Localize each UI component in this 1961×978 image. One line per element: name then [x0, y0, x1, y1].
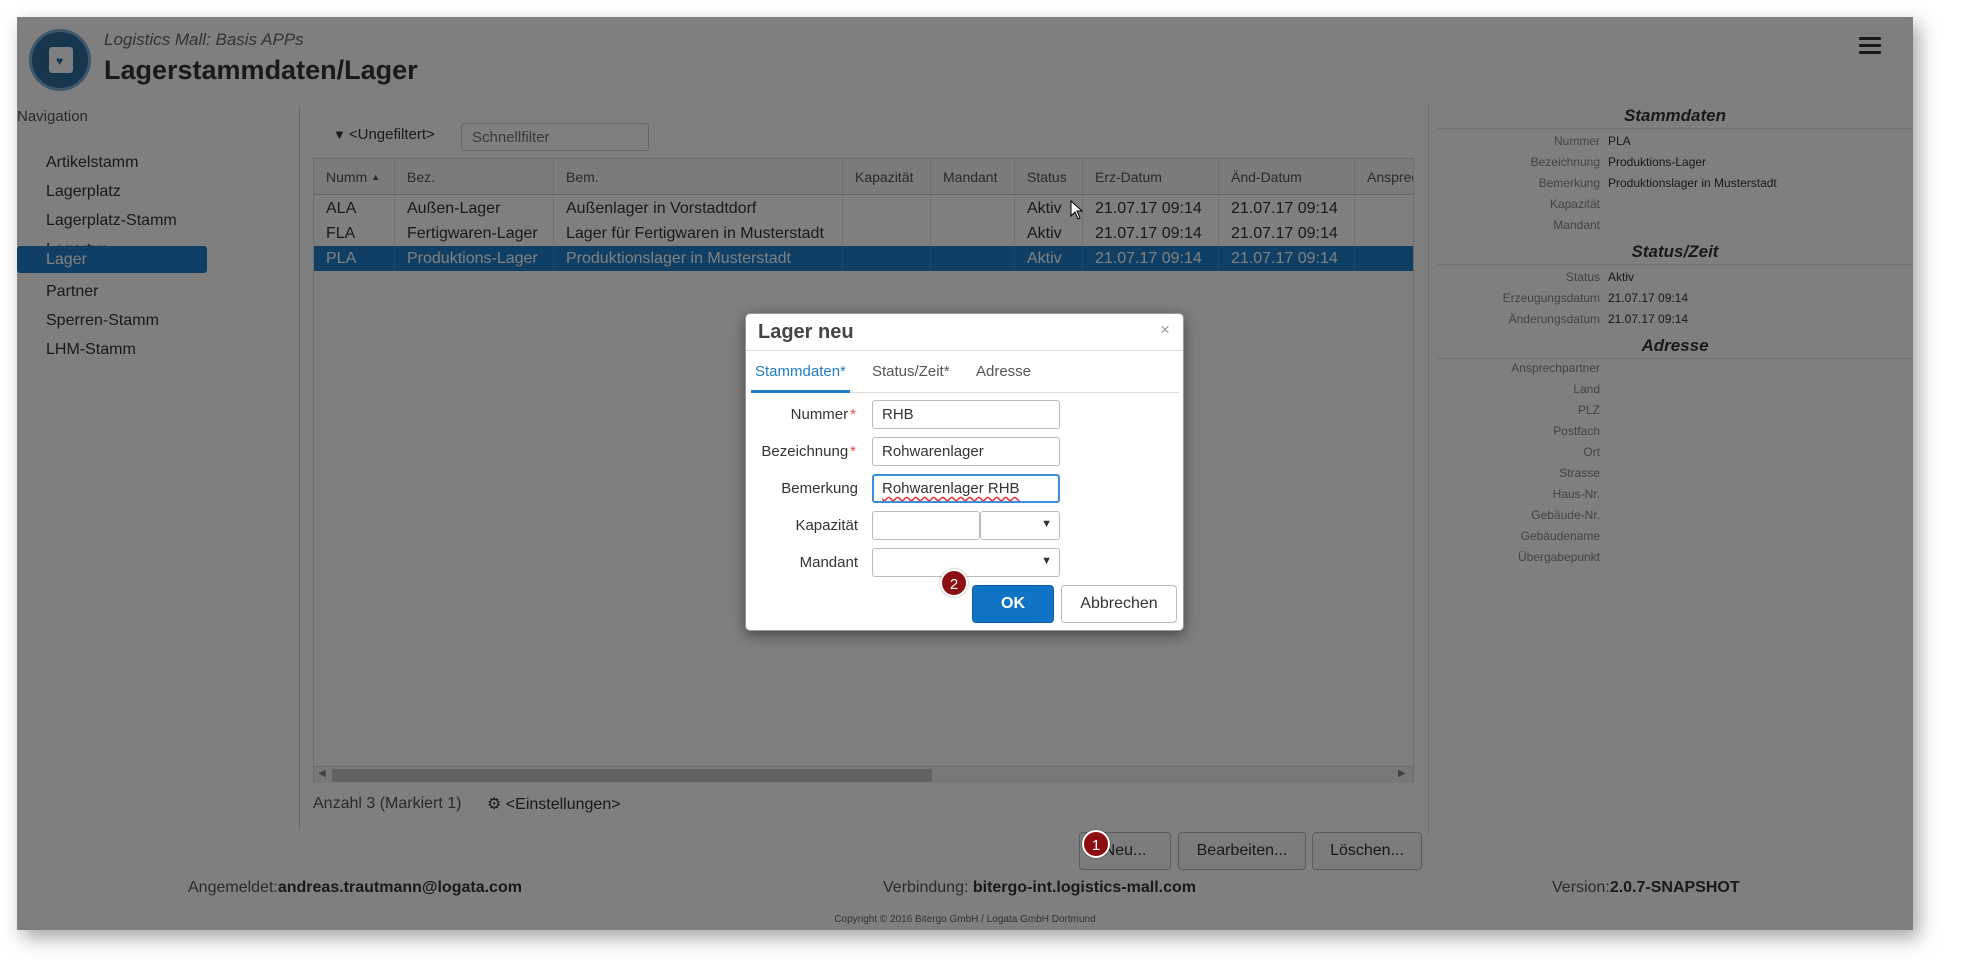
nummer-input[interactable]: RHB: [872, 400, 1060, 429]
bemerkung-input[interactable]: Rohwarenlager RHB: [872, 474, 1060, 503]
chevron-down-icon: ▼: [1041, 555, 1052, 567]
bemerkung-label: Bemerkung: [781, 480, 858, 497]
required-marker: *: [850, 443, 856, 460]
nummer-label: Nummer *: [790, 406, 856, 423]
close-icon[interactable]: ×: [1160, 320, 1170, 340]
cancel-button[interactable]: Abbrechen: [1061, 585, 1177, 623]
active-tab-indicator: [751, 390, 850, 393]
step-badge-2: 2: [940, 569, 968, 597]
ok-button[interactable]: OK: [972, 585, 1054, 623]
dialog-header-divider: [746, 350, 1183, 351]
mouse-cursor-icon: [1070, 200, 1084, 220]
kapazitaet-label: Kapazität: [795, 517, 858, 534]
bezeichnung-input[interactable]: Rohwarenlager: [872, 437, 1060, 466]
new-warehouse-dialog: Lager neu × Stammdaten* Status/Zeit* Adr…: [745, 313, 1184, 631]
step-badge-1: 1: [1082, 830, 1110, 858]
chevron-down-icon: ▼: [1041, 518, 1052, 530]
bemerkung-value: Rohwarenlager RHB: [882, 480, 1020, 497]
kapazitaet-unit-select[interactable]: ▼: [980, 511, 1060, 540]
bezeichnung-label: Bezeichnung *: [761, 443, 856, 460]
dialog-title: Lager neu: [758, 321, 854, 343]
app-window: ♥ Logistics Mall: Basis APPs Lagerstammd…: [17, 17, 1913, 930]
tab-adresse[interactable]: Adresse: [976, 363, 1031, 380]
mandant-label: Mandant: [799, 554, 858, 571]
required-marker: *: [850, 406, 856, 423]
mandant-select[interactable]: ▼: [872, 548, 1060, 577]
tab-status-zeit[interactable]: Status/Zeit*: [872, 363, 950, 380]
tab-stammdaten[interactable]: Stammdaten*: [755, 363, 846, 380]
kapazitaet-input[interactable]: [872, 511, 980, 540]
